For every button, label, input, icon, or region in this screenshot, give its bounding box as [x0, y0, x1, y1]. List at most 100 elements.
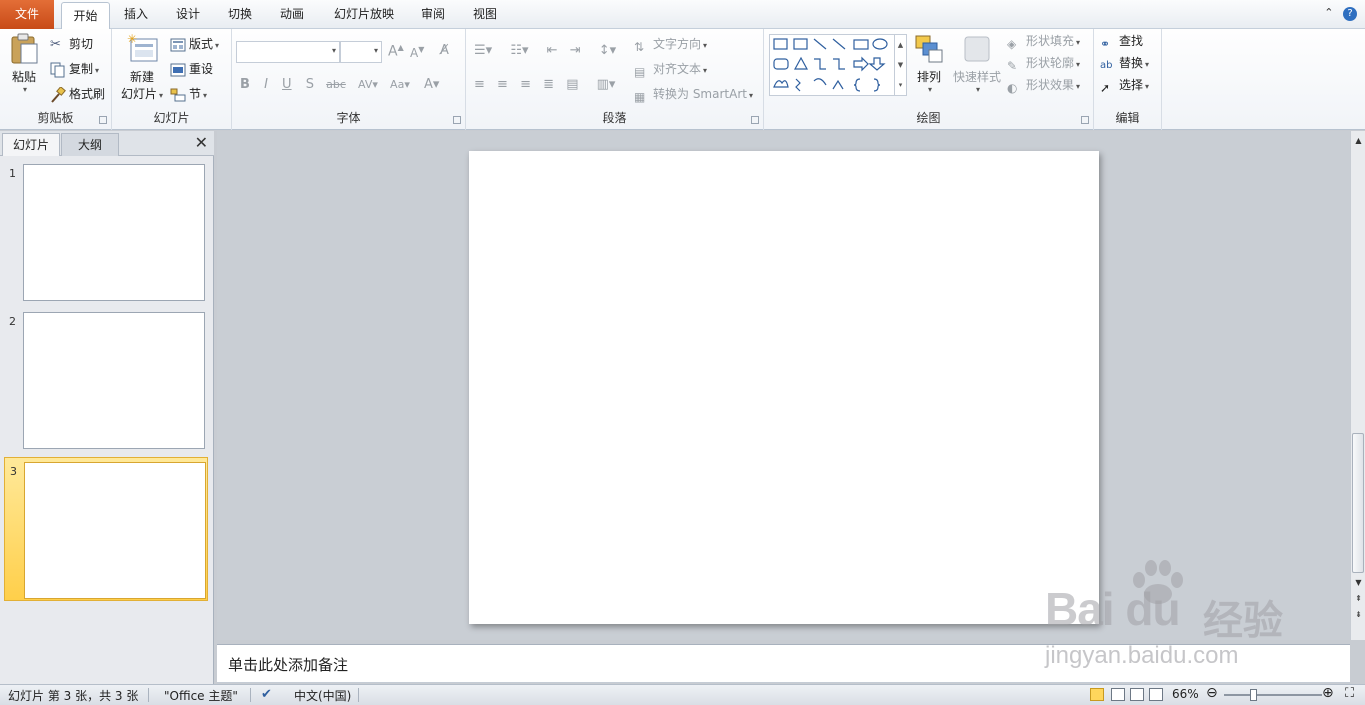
tab-outline[interactable]: 大纲: [61, 133, 119, 156]
tab-slides[interactable]: 幻灯片: [2, 133, 60, 156]
new-slide-icon: ✳: [127, 32, 158, 62]
grow-font-icon[interactable]: A▲: [388, 43, 404, 60]
slide-thumbnail-3[interactable]: 3: [4, 457, 208, 601]
find-button[interactable]: ⚭ 查找: [1100, 31, 1143, 51]
tab-view[interactable]: 视图: [465, 0, 505, 29]
underline-icon[interactable]: U: [282, 77, 292, 92]
theme-name[interactable]: "Office 主题": [164, 687, 238, 704]
copy-button[interactable]: 复制 ▾: [50, 59, 99, 79]
tab-transitions[interactable]: 切换: [220, 0, 260, 29]
bullets-icon[interactable]: ☰▾: [474, 43, 492, 58]
arrange-dropdown-icon[interactable]: ▾: [914, 85, 946, 94]
tab-home[interactable]: 开始: [61, 2, 110, 30]
font-name-combobox[interactable]: ▾: [236, 41, 340, 63]
fit-to-window-icon[interactable]: ⛶: [1345, 686, 1354, 701]
normal-view-icon[interactable]: [1090, 688, 1104, 701]
decrease-indent-icon[interactable]: ⇤: [547, 43, 558, 58]
align-center-icon[interactable]: ≡: [497, 77, 508, 92]
numbering-icon[interactable]: ☷▾: [510, 43, 528, 58]
shapes-gallery[interactable]: ▲ ▼ ▾: [769, 34, 907, 96]
drawing-launcher-icon[interactable]: [1081, 116, 1089, 124]
new-slide-dropdown-icon[interactable]: ▾: [159, 91, 163, 100]
slide-thumbnail-2[interactable]: 2: [4, 308, 208, 450]
tab-design[interactable]: 设计: [168, 0, 208, 29]
notes-pane[interactable]: 单击此处添加备注: [217, 644, 1350, 683]
align-left-icon[interactable]: ≡: [474, 77, 485, 92]
language-indicator[interactable]: 中文(中国): [294, 687, 351, 704]
font-color-icon[interactable]: A▾: [424, 77, 439, 92]
cut-button[interactable]: ✂ 剪切: [50, 34, 93, 54]
format-painter-button[interactable]: 格式刷: [50, 84, 105, 104]
character-spacing-icon[interactable]: AV▾: [358, 78, 378, 91]
reading-view-icon[interactable]: [1130, 688, 1144, 701]
shape-outline-button[interactable]: ✎ 形状轮廓 ▾: [1007, 53, 1080, 73]
clipboard-group: 粘贴 ▾ ✂ 剪切 复制 ▾ 格式刷 剪贴板: [0, 29, 112, 130]
font-launcher-icon[interactable]: [453, 116, 461, 124]
notes-placeholder[interactable]: 单击此处添加备注: [228, 654, 348, 675]
section-button[interactable]: 节 ▾: [170, 84, 207, 104]
text-direction-button[interactable]: ⇅ 文字方向 ▾: [634, 34, 707, 54]
paragraph-launcher-icon[interactable]: [751, 116, 759, 124]
scroll-up-icon[interactable]: ▲: [1353, 135, 1364, 146]
quick-styles-dropdown-icon[interactable]: ▾: [952, 85, 1004, 94]
zoom-slider-track[interactable]: [1224, 694, 1322, 696]
layout-dropdown-icon[interactable]: ▾: [215, 41, 219, 50]
reset-button[interactable]: 重设: [170, 59, 213, 79]
tab-animations[interactable]: 动画: [272, 0, 312, 29]
align-right-icon[interactable]: ≡: [520, 77, 531, 92]
shape-effects-button[interactable]: ◐ 形状效果 ▾: [1007, 75, 1080, 95]
zoom-in-icon[interactable]: ⊕: [1322, 685, 1334, 701]
quick-styles-button[interactable]: 快速样式 ▾: [950, 33, 1004, 103]
replace-button[interactable]: ab 替换 ▾: [1100, 53, 1149, 73]
paste-button[interactable]: 粘贴 ▾: [6, 33, 42, 103]
paste-dropdown-icon[interactable]: ▾: [8, 85, 42, 94]
font-name-dropdown-icon[interactable]: ▾: [332, 46, 336, 55]
font-size-dropdown-icon[interactable]: ▾: [374, 46, 378, 55]
zoom-slider-handle[interactable]: [1250, 689, 1257, 701]
strikethrough-icon[interactable]: abc: [326, 78, 346, 91]
previous-slide-icon[interactable]: ⇞: [1353, 593, 1364, 604]
distributed-icon[interactable]: ▤: [566, 77, 578, 92]
slide-sorter-view-icon[interactable]: [1111, 688, 1125, 701]
scroll-down-icon[interactable]: ▼: [1353, 577, 1364, 588]
copy-dropdown-icon[interactable]: ▾: [95, 66, 99, 75]
bold-icon[interactable]: B: [240, 77, 250, 92]
next-slide-icon[interactable]: ⇟: [1353, 609, 1364, 620]
arrange-button[interactable]: 排列 ▾: [912, 33, 946, 103]
shapes-gallery-scroll[interactable]: ▲ ▼ ▾: [894, 35, 906, 95]
help-icon[interactable]: ?: [1343, 7, 1357, 21]
current-slide-canvas[interactable]: [469, 151, 1099, 624]
select-button[interactable]: ➚ 选择 ▾: [1100, 75, 1149, 95]
columns-icon[interactable]: ▥▾: [597, 77, 616, 92]
scrollbar-thumb[interactable]: [1352, 433, 1364, 573]
justify-icon[interactable]: ≣: [543, 77, 554, 92]
spell-check-icon[interactable]: ✔: [261, 687, 272, 702]
text-direction-icon: ⇅: [634, 39, 645, 54]
layout-button[interactable]: 版式 ▾: [170, 34, 219, 54]
new-slide-button[interactable]: ✳ 新建 幻灯片 ▾: [116, 32, 168, 105]
tab-file[interactable]: 文件: [0, 0, 54, 29]
tab-slideshow[interactable]: 幻灯片放映: [324, 0, 404, 29]
close-icon[interactable]: ✕: [195, 134, 208, 152]
shrink-font-icon[interactable]: A▼: [410, 45, 424, 60]
tab-insert[interactable]: 插入: [116, 0, 156, 29]
slideshow-view-icon[interactable]: [1149, 688, 1163, 701]
shadow-icon[interactable]: S: [306, 77, 314, 92]
zoom-out-icon[interactable]: ⊖: [1206, 685, 1218, 701]
change-case-icon[interactable]: Aa▾: [390, 78, 410, 91]
clipboard-launcher-icon[interactable]: [99, 116, 107, 124]
convert-smartart-button[interactable]: ▦ 转换为 SmartArt ▾: [634, 84, 753, 104]
shape-fill-button[interactable]: ◈ 形状填充 ▾: [1007, 31, 1080, 51]
align-text-button[interactable]: ▤ 对齐文本 ▾: [634, 59, 707, 79]
italic-icon[interactable]: I: [264, 77, 268, 92]
tab-review[interactable]: 审阅: [413, 0, 453, 29]
increase-indent-icon[interactable]: ⇥: [570, 43, 581, 58]
vertical-scrollbar[interactable]: ▲ ▼ ⇞ ⇟: [1350, 131, 1365, 640]
section-dropdown-icon[interactable]: ▾: [203, 91, 207, 100]
clear-formatting-icon[interactable]: A̸: [440, 43, 449, 58]
minimize-ribbon-icon[interactable]: ⌃: [1324, 6, 1333, 19]
font-size-combobox[interactable]: ▾: [340, 41, 382, 63]
slide-thumbnail-1[interactable]: 1: [4, 160, 208, 302]
line-spacing-icon[interactable]: ↕▾: [599, 43, 616, 58]
zoom-level[interactable]: 66%: [1172, 687, 1199, 701]
